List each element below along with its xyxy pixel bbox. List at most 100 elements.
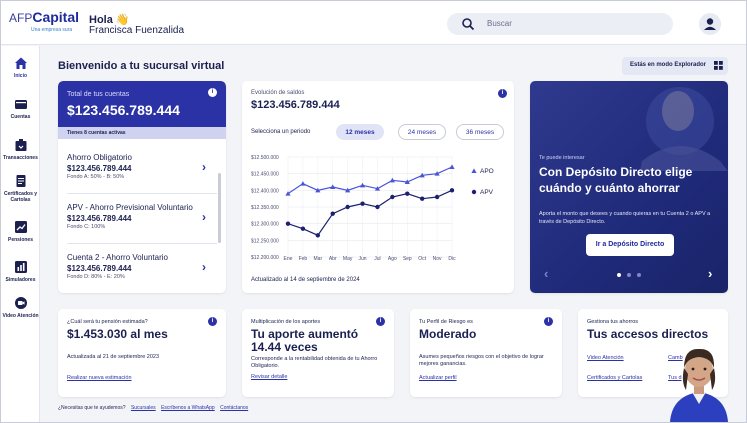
- account-funds: Fondo C: 100%: [67, 224, 106, 230]
- sidebar-item-label: Cuentas: [10, 114, 31, 120]
- footer-link-whatsapp[interactable]: Escríbenos a WhatsApp: [161, 405, 215, 411]
- risk-profile-card: Tu Perfil de Riesgo es i Moderado Asumes…: [410, 309, 562, 397]
- data-point: [315, 233, 321, 238]
- carousel-dot-active[interactable]: [617, 273, 621, 277]
- account-funds: Fondo A: 50% - B: 50%: [67, 174, 125, 180]
- carousel-dot[interactable]: [637, 273, 641, 277]
- period-24-months[interactable]: 24 meses: [398, 124, 446, 140]
- balance-line-chart: $12.500.000 $12.450.000 $12.400.000 $12.350…: [251, 155, 494, 262]
- x-tick-label: May: [343, 256, 353, 262]
- data-point: [330, 184, 336, 189]
- data-point: [300, 181, 306, 186]
- balance-updated: Actualizado al 14 de septiembre de 2024: [251, 277, 360, 283]
- x-tick-label: Mar: [314, 256, 323, 262]
- risk-text: Asumes pequeños riesgos con el objetivo …: [419, 354, 544, 367]
- footer-link-sucursales[interactable]: Sucursales: [131, 405, 156, 411]
- account-item[interactable]: Cuenta 2 - Ahorro Voluntario $123.456.78…: [58, 253, 218, 293]
- contributions-text: Corresponde a la rentabilidad obtenida d…: [251, 356, 378, 369]
- chevron-right-icon[interactable]: ›: [202, 260, 206, 274]
- info-icon[interactable]: i: [498, 89, 507, 98]
- info-icon[interactable]: i: [208, 88, 217, 97]
- explorer-mode-button[interactable]: Estás en modo Explorador: [622, 57, 728, 75]
- user-menu-button[interactable]: [699, 13, 721, 35]
- account-name: Cuenta 2 - Ahorro Voluntario: [67, 253, 168, 262]
- x-tick-label: Jul: [374, 256, 380, 262]
- sidebar: Inicio Cuentas Transacciones Certificado…: [1, 46, 40, 422]
- legend-label: APV: [480, 189, 494, 196]
- data-point: [359, 182, 366, 188]
- promo-eyebrow: Te puede interesar: [539, 155, 585, 161]
- search-input[interactable]: Buscar: [447, 13, 673, 35]
- logo-capital-text: Capital: [32, 9, 80, 25]
- transactions-icon: [15, 139, 26, 151]
- user-icon: [704, 18, 716, 30]
- legend-label: APO: [480, 168, 494, 175]
- data-point: [434, 194, 440, 200]
- risk-label: Tu Perfil de Riesgo es: [419, 319, 473, 325]
- x-tick-label: Dic: [448, 256, 456, 262]
- y-tick-label: $12.350.000: [251, 205, 279, 211]
- sidebar-item-inicio[interactable]: Inicio: [1, 56, 40, 94]
- account-item[interactable]: Ahorro Obligatorio $123.456.789.444 Fond…: [58, 153, 218, 195]
- help-question: ¿Necesitas que te ayudemos?: [58, 405, 126, 411]
- sidebar-item-label: Transacciones: [3, 155, 38, 161]
- sidebar-item-simuladores[interactable]: Simuladores: [1, 260, 40, 298]
- period-12-months[interactable]: 12 meses: [336, 124, 384, 140]
- logo-tagline: Una empresa sura: [31, 27, 73, 33]
- logo-afp-text: AFP: [9, 11, 33, 25]
- accounts-scrollbar[interactable]: [218, 173, 221, 243]
- search-placeholder: Buscar: [487, 19, 512, 28]
- sidebar-item-pensiones[interactable]: Pensiones: [1, 220, 40, 258]
- accounts-total-value: $123.456.789.444: [67, 102, 180, 118]
- sidebar-item-transacciones[interactable]: Transacciones: [1, 138, 40, 176]
- data-point: [449, 164, 455, 169]
- deposito-directo-button[interactable]: Ir a Depósito Directo: [586, 234, 674, 256]
- data-point: [390, 194, 395, 200]
- accounts-card: Total de tus cuentas $123.456.789.444 i …: [58, 81, 226, 293]
- promo-banner: Te puede interesar Con Depósito Directo …: [530, 81, 728, 293]
- carousel-dot[interactable]: [627, 273, 631, 277]
- update-profile-link[interactable]: Actualizar perfil: [419, 375, 457, 381]
- sidebar-item-certificados[interactable]: Certificados y Cartolas: [1, 174, 40, 212]
- sidebar-item-label: Pensiones: [7, 237, 33, 243]
- balance-value: $123.456.789.444: [251, 99, 340, 111]
- x-tick-label: Abr: [329, 256, 337, 262]
- promo-body: Aporta el monto que desees y cuando quie…: [539, 211, 711, 225]
- chevron-right-icon[interactable]: ›: [708, 266, 712, 281]
- virtual-assistant-avatar[interactable]: [664, 334, 734, 422]
- data-point: [285, 221, 291, 226]
- shortcut-certificados[interactable]: Certificados y Cartolas: [587, 375, 642, 381]
- new-estimate-link[interactable]: Realizar nueva estimación: [67, 375, 132, 381]
- grid-icon: [714, 61, 723, 70]
- period-36-months[interactable]: 36 meses: [456, 124, 504, 140]
- info-icon[interactable]: i: [544, 317, 553, 326]
- video-icon: [14, 297, 27, 309]
- footer-link-contactanos[interactable]: Contáctanos: [220, 405, 248, 411]
- divider: [67, 193, 217, 194]
- y-tick-label: $12.500.000: [251, 155, 279, 161]
- chevron-right-icon[interactable]: ›: [202, 210, 206, 224]
- accounts-total-label: Total de tus cuentas: [67, 91, 130, 98]
- balance-evolution-card: Evolución de saldos $123.456.789.444 i S…: [242, 81, 514, 293]
- sidebar-item-cuentas[interactable]: Cuentas: [1, 97, 40, 135]
- info-icon[interactable]: i: [376, 317, 385, 326]
- contributions-label: Multiplicación de los aportes: [251, 319, 321, 325]
- account-amount: $123.456.789.444: [67, 264, 132, 273]
- chevron-right-icon[interactable]: ›: [202, 160, 206, 174]
- x-tick-label: Nov: [433, 256, 442, 262]
- shortcut-video-atencion[interactable]: Video Atención: [587, 355, 624, 361]
- review-detail-link[interactable]: Revisar detalle: [251, 374, 287, 380]
- account-funds: Fondo D: 80% - E: 20%: [67, 274, 125, 280]
- legend-marker: [471, 168, 477, 173]
- info-icon[interactable]: i: [208, 317, 217, 326]
- account-name: Ahorro Obligatorio: [67, 153, 132, 162]
- account-item[interactable]: APV - Ahorro Previsional Voluntario $123…: [58, 203, 218, 245]
- x-tick-label: Ene: [284, 256, 293, 262]
- account-amount: $123.456.789.444: [67, 214, 132, 223]
- x-tick-label: Oct: [418, 256, 426, 262]
- chevron-left-icon[interactable]: ‹: [544, 266, 548, 281]
- sidebar-item-video-atencion[interactable]: Video Atención: [1, 296, 40, 334]
- afp-capital-logo[interactable]: AFPCapital Una empresa sura: [9, 9, 81, 39]
- wallet-icon: [14, 100, 27, 109]
- risk-title: Moderado: [419, 327, 477, 341]
